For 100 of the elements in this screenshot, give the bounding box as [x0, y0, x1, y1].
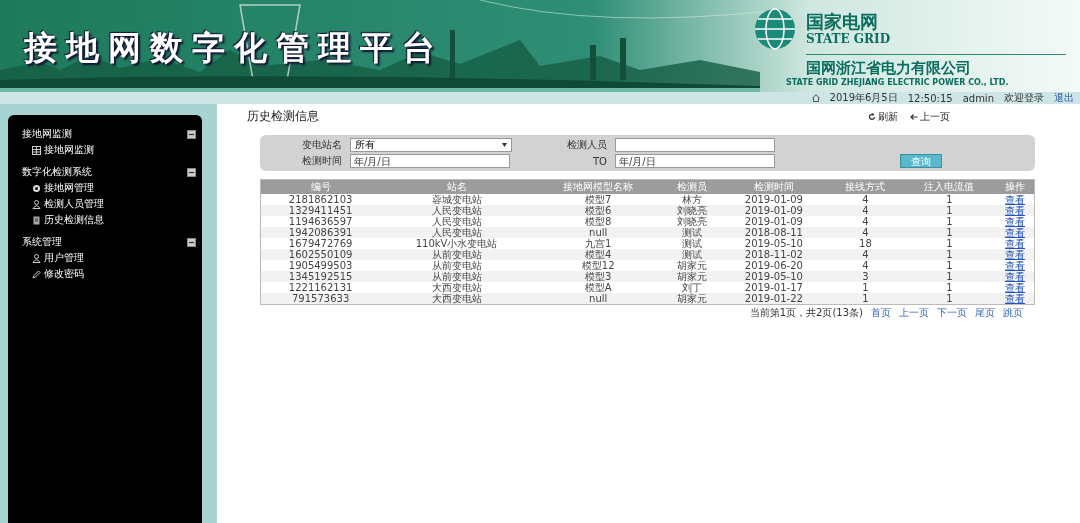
- date-to-field[interactable]: 年/月/日: [615, 154, 775, 168]
- sidebar-item[interactable]: 接地网监测: [22, 143, 196, 157]
- column-header: 检测员: [663, 179, 720, 194]
- page-info: 当前第1页，共2页(13条): [749, 306, 863, 320]
- sidebar-section-title[interactable]: 接地网监测: [22, 127, 72, 141]
- table-cell: 1: [828, 293, 903, 305]
- table-cell: 人民变电站: [380, 216, 533, 227]
- table-cell: 1194636597: [260, 216, 381, 227]
- company-name-english: STATE GRID ZHEJIANG ELECTRIC POWER CO., LTD.: [786, 78, 1010, 87]
- logo-name-english: STATE GRID: [806, 32, 891, 46]
- table-cell: 刘丁: [663, 282, 720, 293]
- sidebar-item[interactable]: 接地网管理: [22, 181, 196, 195]
- table-cell: 人民变电站: [380, 227, 533, 238]
- table-cell: null: [532, 293, 664, 305]
- sidebar-item[interactable]: 用户管理: [22, 251, 196, 265]
- table-cell: 2019-01-17: [719, 282, 829, 293]
- table-cell: 从前变电站: [380, 260, 533, 271]
- table-cell: 2181862103: [260, 194, 381, 205]
- table-cell: 110kV小水变电站: [380, 238, 533, 249]
- table-cell: 模型3: [532, 271, 664, 282]
- table-cell: 刘晓亮: [663, 205, 720, 216]
- table-cell: 1: [902, 194, 997, 205]
- sidebar-section-title[interactable]: 数字化检测系统: [22, 165, 92, 179]
- logout-link[interactable]: 退出: [1054, 91, 1074, 105]
- column-header: 接线方式: [828, 179, 903, 194]
- table-cell: 2019-01-22: [719, 293, 829, 305]
- table-cell: 1679472769: [260, 238, 381, 249]
- table-cell: 18: [828, 238, 903, 249]
- table-cell: 胡家元: [663, 260, 720, 271]
- sidebar-item[interactable]: 修改密码: [22, 267, 196, 281]
- current-time: 12:50:15: [907, 92, 953, 104]
- column-header: 编号: [260, 179, 381, 194]
- table-cell: null: [532, 227, 664, 238]
- table-cell: 2019-01-09: [719, 205, 829, 216]
- user-name: admin: [962, 92, 994, 104]
- table-cell: 胡家元: [663, 271, 720, 282]
- table-cell: 大西变电站: [380, 282, 533, 293]
- inspector-label: 检测人员: [566, 138, 608, 152]
- pagination-link[interactable]: 尾页: [975, 306, 995, 320]
- table-cell: 模型A: [532, 282, 664, 293]
- table-cell: 从前变电站: [380, 249, 533, 260]
- table-cell: 1345192515: [260, 271, 381, 282]
- table-cell: 2019-01-09: [719, 194, 829, 205]
- table-cell: 3: [828, 271, 903, 282]
- table-cell: 2018-08-11: [719, 227, 829, 238]
- app-title: 接地网数字化管理平台: [24, 26, 444, 69]
- to-label: TO: [592, 155, 608, 167]
- table-cell: 人民变电站: [380, 205, 533, 216]
- table-cell: 1: [902, 271, 997, 282]
- table-cell: 1329411451: [260, 205, 381, 216]
- table-cell: 测试: [663, 227, 720, 238]
- table-cell: 1221162131: [260, 282, 381, 293]
- table-cell: 模型6: [532, 205, 664, 216]
- table-cell: 1942086391: [260, 227, 381, 238]
- table-cell: 测试: [663, 238, 720, 249]
- column-header: 检测时间: [719, 179, 829, 194]
- column-header: 站名: [380, 179, 533, 194]
- table-cell: 1: [902, 260, 997, 271]
- table-cell: 从前变电站: [380, 271, 533, 282]
- table-cell: 模型12: [532, 260, 664, 271]
- table-cell: 模型7: [532, 194, 664, 205]
- table-cell: 模型4: [532, 249, 664, 260]
- station-select[interactable]: 所有: [350, 138, 512, 152]
- refresh-link[interactable]: 刷新: [868, 109, 898, 124]
- column-header: 接地网模型名称: [532, 179, 664, 194]
- time-label: 检测时间: [301, 154, 343, 168]
- table-cell: 2019-06-20: [719, 260, 829, 271]
- page-title: 历史检测信息: [247, 108, 319, 125]
- table-cell: 2018-11-02: [719, 249, 829, 260]
- sidebar-item[interactable]: 检测人员管理: [22, 197, 196, 211]
- station-label: 变电站名: [301, 138, 343, 152]
- table-cell: 1: [902, 205, 997, 216]
- table-cell: 九宫1: [532, 238, 664, 249]
- table-cell: 大西变电站: [380, 293, 533, 305]
- pagination-link[interactable]: 首页: [871, 306, 891, 320]
- column-header: 注入电流值: [902, 179, 997, 194]
- table-cell: 测试: [663, 249, 720, 260]
- sidebar-item[interactable]: 历史检测信息: [22, 213, 196, 227]
- date-from-field[interactable]: 年/月/日: [350, 154, 510, 168]
- sidebar-section-title[interactable]: 系统管理: [22, 235, 62, 249]
- table-cell: 4: [828, 227, 903, 238]
- table-cell: 刘晓亮: [663, 216, 720, 227]
- table-cell: 模型8: [532, 216, 664, 227]
- column-header: 操作: [996, 179, 1035, 194]
- table-cell: 4: [828, 249, 903, 260]
- table-cell: 1: [902, 227, 997, 238]
- table-cell: 1: [902, 293, 997, 305]
- table-cell: 林方: [663, 194, 720, 205]
- table-cell: 2019-05-10: [719, 271, 829, 282]
- logo-name: 国家电网: [806, 12, 879, 32]
- company-name: 国网浙江省电力有限公司: [806, 54, 1066, 78]
- pagination-link[interactable]: 下一页: [937, 306, 967, 320]
- back-link[interactable]: 上一页: [910, 109, 950, 124]
- pagination-link[interactable]: 上一页: [899, 306, 929, 320]
- table-cell: 1: [828, 282, 903, 293]
- welcome-text: 欢迎登录: [1004, 91, 1044, 105]
- jump-link[interactable]: 跳页: [1003, 306, 1023, 320]
- table-cell: 1602550109: [260, 249, 381, 260]
- table-cell: 791573633: [260, 293, 381, 305]
- table-cell: 1: [902, 282, 997, 293]
